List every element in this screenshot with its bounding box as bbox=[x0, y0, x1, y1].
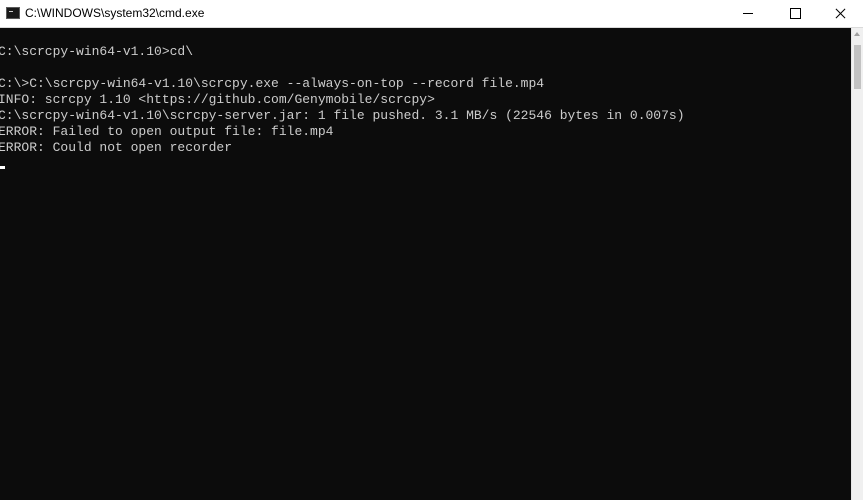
console-line: C:\scrcpy-win64-v1.10>cd\ bbox=[0, 44, 194, 59]
close-icon bbox=[835, 8, 846, 19]
console-line: ERROR: Could not open recorder bbox=[0, 140, 233, 155]
maximize-icon bbox=[790, 8, 801, 19]
text-cursor bbox=[0, 166, 5, 169]
close-button[interactable] bbox=[818, 0, 863, 28]
console-line: C:\scrcpy-win64-v1.10\scrcpy-server.jar:… bbox=[0, 108, 685, 123]
cmd-window: C:\WINDOWS\system32\cmd.exe C:\scrcpy-wi… bbox=[0, 0, 863, 500]
minimize-button[interactable] bbox=[725, 0, 771, 28]
console-line: C:\>C:\scrcpy-win64-v1.10\scrcpy.exe --a… bbox=[0, 76, 545, 91]
console-output-area[interactable]: C:\scrcpy-win64-v1.10>cd\ C:\>C:\scrcpy-… bbox=[0, 28, 851, 500]
scrollbar-thumb[interactable] bbox=[854, 45, 861, 89]
vertical-scrollbar[interactable] bbox=[851, 28, 863, 500]
console-app-icon[interactable] bbox=[6, 7, 20, 19]
console-output: C:\scrcpy-win64-v1.10>cd\ C:\>C:\scrcpy-… bbox=[0, 44, 685, 172]
maximize-button[interactable] bbox=[772, 0, 818, 28]
minimize-icon bbox=[743, 13, 753, 14]
title-bar[interactable]: C:\WINDOWS\system32\cmd.exe bbox=[0, 0, 863, 28]
window-title: C:\WINDOWS\system32\cmd.exe bbox=[25, 6, 205, 20]
console-line: ERROR: Failed to open output file: file.… bbox=[0, 124, 334, 139]
console-line: INFO: scrcpy 1.10 <https://github.com/Ge… bbox=[0, 92, 435, 107]
scroll-up-arrow-icon[interactable] bbox=[854, 32, 860, 36]
console-prompt-line[interactable] bbox=[0, 156, 685, 172]
